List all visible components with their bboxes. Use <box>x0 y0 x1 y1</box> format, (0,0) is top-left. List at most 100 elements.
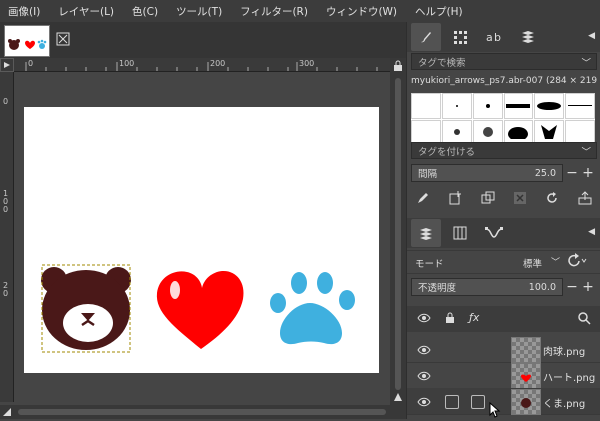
menu-windows[interactable]: ウィンドウ(W) <box>318 4 407 19</box>
vruler-label-100: 1 0 0 <box>3 189 9 214</box>
vruler-label-0: 0 <box>3 97 9 106</box>
spacing-value: 25.0 <box>534 167 556 179</box>
eye-icon[interactable] <box>417 396 431 411</box>
brush-cell[interactable] <box>411 93 441 119</box>
menu-tools[interactable]: ツール(T) <box>168 4 232 19</box>
brush-cell[interactable] <box>472 93 503 119</box>
spacing-label: 間隔 <box>418 169 438 180</box>
plus-icon[interactable]: + <box>581 164 595 182</box>
layer-thumbnail <box>511 389 541 415</box>
spacing-slider[interactable]: 間隔 25.0 <box>411 164 563 182</box>
horizontal-scrollbar[interactable] <box>0 405 406 419</box>
menu-help[interactable]: ヘルプ(H) <box>407 4 473 19</box>
chevron-down-icon[interactable]: ﹀ <box>551 255 560 268</box>
eye-icon[interactable] <box>417 312 431 327</box>
minus-icon[interactable]: − <box>565 164 579 182</box>
layer-thumbnail <box>511 337 541 363</box>
plus-icon[interactable]: + <box>581 278 595 296</box>
horizontal-scroll-thumb[interactable] <box>18 409 386 415</box>
image-canvas[interactable] <box>24 107 379 373</box>
opacity-slider[interactable]: 不透明度 100.0 <box>411 278 563 296</box>
paths-icon[interactable] <box>479 219 509 247</box>
brush-cell[interactable] <box>441 93 472 119</box>
font-icon[interactable]: ab <box>479 23 509 51</box>
brush-icon[interactable] <box>411 23 441 51</box>
quick-mask-icon[interactable] <box>2 407 12 420</box>
brush-tag-search-input[interactable]: タグで検索 ﹀ <box>411 53 597 70</box>
brush-action-bar <box>407 186 600 212</box>
ruler-label-100: 100 <box>119 59 135 68</box>
ruler-label-200: 200 <box>210 59 226 68</box>
new-brush-icon[interactable] <box>448 190 462 208</box>
bear-layer-graphic[interactable] <box>41 264 131 353</box>
mode-select[interactable]: 標準 <box>523 256 542 270</box>
brush-cell[interactable] <box>565 93 595 119</box>
mode-label: モード <box>415 259 444 270</box>
layer-row[interactable]: くま.png <box>407 388 600 415</box>
heart-layer-graphic[interactable] <box>156 270 244 349</box>
layers-icon[interactable] <box>411 219 441 247</box>
right-dock: ab ◀ タグで検索 ﹀ myukiori_arrows_ps7.abr-007… <box>406 22 600 419</box>
opacity-label: 不透明度 <box>418 283 457 294</box>
menu-color[interactable]: 色(C) <box>124 4 168 19</box>
export-icon[interactable] <box>578 190 592 208</box>
ruler-corner-icon[interactable] <box>0 58 14 72</box>
close-icon[interactable] <box>56 32 70 46</box>
navigate-icon[interactable] <box>393 392 403 405</box>
brush-cell[interactable] <box>534 93 565 119</box>
vruler-label-200: 2 0 <box>3 281 9 298</box>
vertical-scroll-thumb[interactable] <box>395 78 401 390</box>
layer-name: くま.png <box>543 399 586 410</box>
svg-text:b: b <box>494 31 501 44</box>
horizontal-ruler[interactable]: 0 100 200 300 <box>14 58 390 72</box>
vertical-scrollbar[interactable] <box>390 58 406 405</box>
chevron-down-icon[interactable]: ﹀ <box>581 144 591 158</box>
menu-layer[interactable]: レイヤー(L) <box>50 4 124 19</box>
ruler-label-300: 300 <box>299 59 315 68</box>
tag-placeholder: タグを付ける <box>418 146 476 158</box>
layer-mode-row: モード 標準 ﹀ <box>407 250 600 274</box>
layers-dock-tabs: ◀ <box>407 218 600 248</box>
mode-reset-icon[interactable] <box>567 253 587 272</box>
brush-grid[interactable] <box>411 93 595 145</box>
effects-icon[interactable]: ƒx <box>469 311 479 324</box>
brush-dock-tabs: ab ◀ <box>407 22 600 52</box>
ruler-label-0: 0 <box>28 59 34 68</box>
chevron-down-icon[interactable]: ﹀ <box>581 55 591 69</box>
dock-menu-arrow-icon[interactable]: ◀ <box>588 31 595 41</box>
edit-brush-icon[interactable] <box>416 191 430 208</box>
lock-checkbox[interactable] <box>471 395 485 409</box>
refresh-icon[interactable] <box>545 191 559 208</box>
svg-text:a: a <box>486 31 493 44</box>
menubar: 画像(I) レイヤー(L) 色(C) ツール(T) フィルター(R) ウィンドウ… <box>0 0 600 22</box>
channels-icon[interactable] <box>445 219 475 247</box>
eye-icon[interactable] <box>417 344 431 359</box>
search-placeholder: タグで検索 <box>418 57 466 69</box>
layer-thumbnail <box>511 363 541 389</box>
duplicate-brush-icon[interactable] <box>481 191 495 208</box>
menu-image[interactable]: 画像(I) <box>0 4 50 19</box>
delete-brush-icon[interactable] <box>513 191 527 208</box>
mouse-cursor-icon <box>489 401 501 421</box>
minus-icon[interactable]: − <box>565 278 579 296</box>
dock-menu-arrow-icon[interactable]: ◀ <box>588 227 595 237</box>
link-checkbox[interactable] <box>445 395 459 409</box>
eye-icon[interactable] <box>417 370 431 385</box>
lock-icon[interactable] <box>445 312 455 327</box>
lock-icon[interactable] <box>393 60 403 75</box>
layer-row[interactable]: ハート.png <box>407 362 600 389</box>
brush-tag-assign-input[interactable]: タグを付ける ﹀ <box>411 142 597 159</box>
layer-row[interactable]: 肉球.png <box>407 336 600 363</box>
layer-name: 肉球.png <box>543 347 586 358</box>
search-icon[interactable] <box>577 311 591 328</box>
brush-name-label: myukiori_arrows_ps7.abr-007 (284 × 219) <box>411 76 597 86</box>
grid-pattern-icon[interactable] <box>445 23 475 51</box>
menu-filters[interactable]: フィルター(R) <box>232 4 318 19</box>
opacity-value: 100.0 <box>528 281 556 293</box>
brush-cell[interactable] <box>503 93 534 119</box>
paw-layer-graphic[interactable] <box>270 272 355 345</box>
image-thumbnail[interactable] <box>4 25 50 57</box>
vertical-ruler[interactable]: 0 1 0 0 2 0 <box>0 72 14 402</box>
layer-name: ハート.png <box>543 373 596 384</box>
stack-icon[interactable] <box>513 23 543 51</box>
